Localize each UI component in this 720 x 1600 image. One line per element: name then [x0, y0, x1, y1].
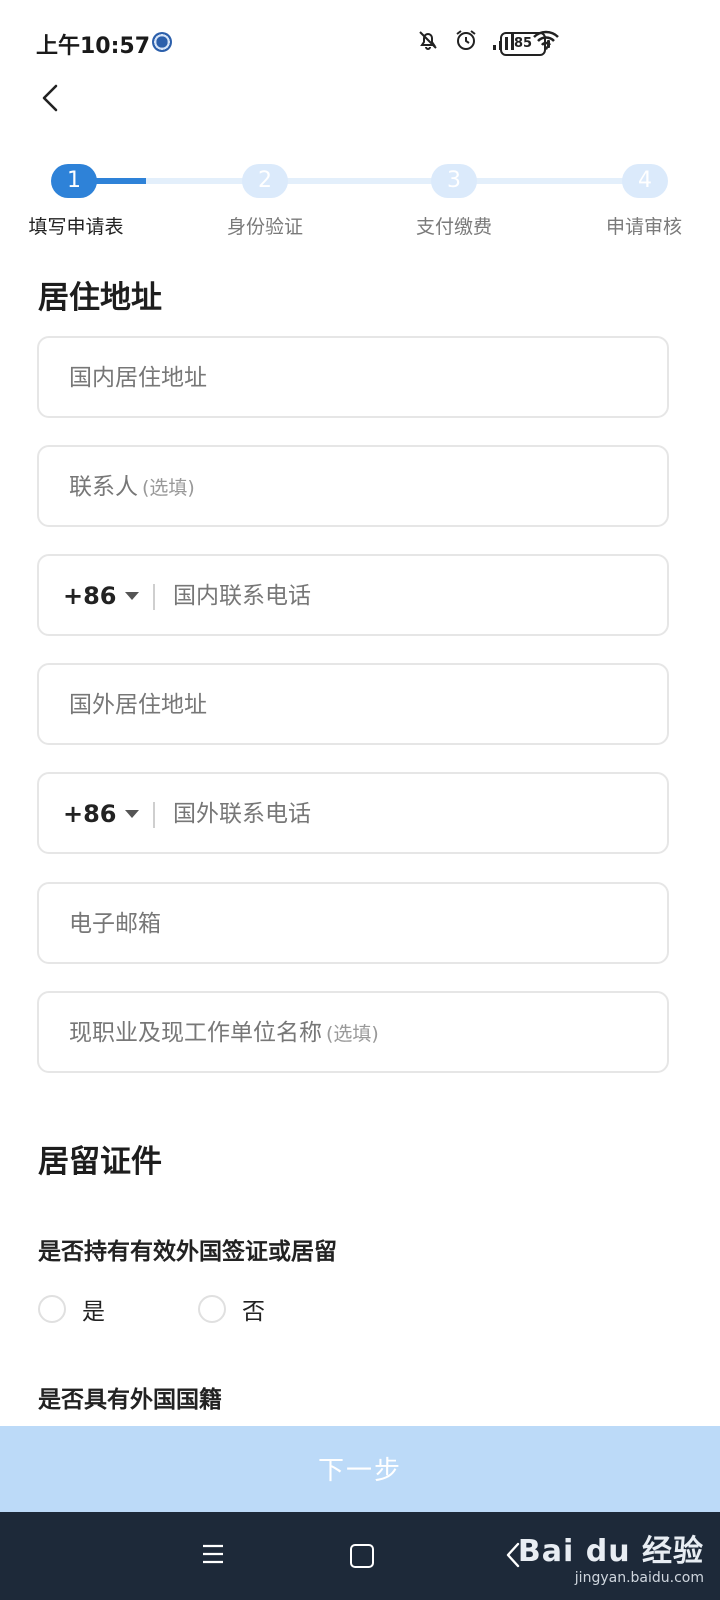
email-placeholder: 电子邮箱 — [69, 911, 161, 937]
contact-person-label: 联系人 — [69, 474, 138, 500]
occupation-label: 现职业及现工作单位名称 — [69, 1020, 322, 1046]
progress-stepper: 1 2 3 4 填写申请表 身份验证 支付缴费 申请审核 — [0, 160, 720, 240]
domestic-address-input[interactable]: 国内居住地址 — [37, 336, 669, 418]
alarm-icon — [456, 30, 476, 50]
step-2-label: 身份验证 — [226, 216, 303, 238]
battery-icon: 85 — [500, 32, 550, 56]
baidu-watermark: Bai du 经验 jingyan.baidu.com — [518, 1526, 704, 1586]
system-nav-bar: Bai du 经验 jingyan.baidu.com — [0, 1512, 720, 1600]
mute-icon — [419, 31, 437, 50]
visa-no-label: 否 — [242, 1299, 265, 1325]
divider — [153, 802, 155, 828]
residence-section-title: 居住地址 — [38, 280, 162, 316]
caret-down-icon — [125, 810, 139, 818]
visa-yes-radio[interactable]: 是 — [38, 1292, 105, 1326]
step-4-label: 申请审核 — [605, 216, 682, 238]
menu-icon[interactable] — [202, 1542, 224, 1566]
status-bar: 上午10:57 85 — [0, 0, 720, 84]
occupation-input[interactable]: 现职业及现工作单位名称 (选填) — [37, 991, 669, 1073]
watermark-sub: jingyan.baidu.com — [574, 1570, 704, 1586]
contact-person-input[interactable]: 联系人 (选填) — [37, 445, 669, 527]
visa-no-radio[interactable]: 否 — [198, 1292, 265, 1326]
step-track — [74, 178, 646, 184]
domestic-address-placeholder: 国内居住地址 — [69, 365, 207, 391]
status-time: 上午10:57 — [36, 34, 151, 59]
foreign-phone-placeholder: 国外联系电话 — [173, 801, 311, 827]
back-button[interactable] — [34, 78, 74, 118]
domestic-phone-placeholder: 国内联系电话 — [173, 583, 311, 609]
domestic-phone-input[interactable]: +86 国内联系电话 — [37, 554, 669, 636]
step-3-label: 支付缴费 — [415, 216, 492, 238]
visa-question: 是否持有有效外国签证或居留 — [38, 1239, 337, 1265]
chevron-left-icon — [42, 84, 58, 112]
optional-tag: (选填) — [142, 477, 195, 499]
domestic-country-code-select[interactable]: +86 — [63, 556, 117, 636]
radio-circle-icon — [38, 1295, 66, 1323]
divider — [153, 584, 155, 610]
residence-permit-section-title: 居留证件 — [38, 1144, 162, 1180]
email-input[interactable]: 电子邮箱 — [37, 882, 669, 964]
caret-down-icon — [125, 592, 139, 600]
occupation-placeholder: 现职业及现工作单位名称 (选填) — [69, 993, 379, 1074]
step-2-circle: 2 — [242, 164, 288, 198]
foreign-phone-input[interactable]: +86 国外联系电话 — [37, 772, 669, 854]
next-step-button[interactable]: 下一步 — [0, 1426, 720, 1512]
step-3-circle: 3 — [431, 164, 477, 198]
radio-circle-icon — [198, 1295, 226, 1323]
step-4-circle: 4 — [622, 164, 668, 198]
optional-tag: (选填) — [326, 1023, 379, 1045]
foreign-address-placeholder: 国外居住地址 — [69, 692, 207, 718]
visa-yes-label: 是 — [82, 1299, 105, 1325]
step-1-circle: 1 — [51, 164, 97, 198]
home-icon[interactable] — [350, 1544, 374, 1568]
watermark-main: Bai du 经验 — [517, 1534, 704, 1569]
contact-person-placeholder: 联系人 (选填) — [69, 447, 195, 528]
foreign-country-code-select[interactable]: +86 — [63, 774, 117, 854]
step-1-label: 填写申请表 — [28, 216, 124, 238]
app-notification-icon — [152, 32, 172, 52]
nationality-question: 是否具有外国国籍 — [38, 1387, 222, 1413]
foreign-address-input[interactable]: 国外居住地址 — [37, 663, 669, 745]
